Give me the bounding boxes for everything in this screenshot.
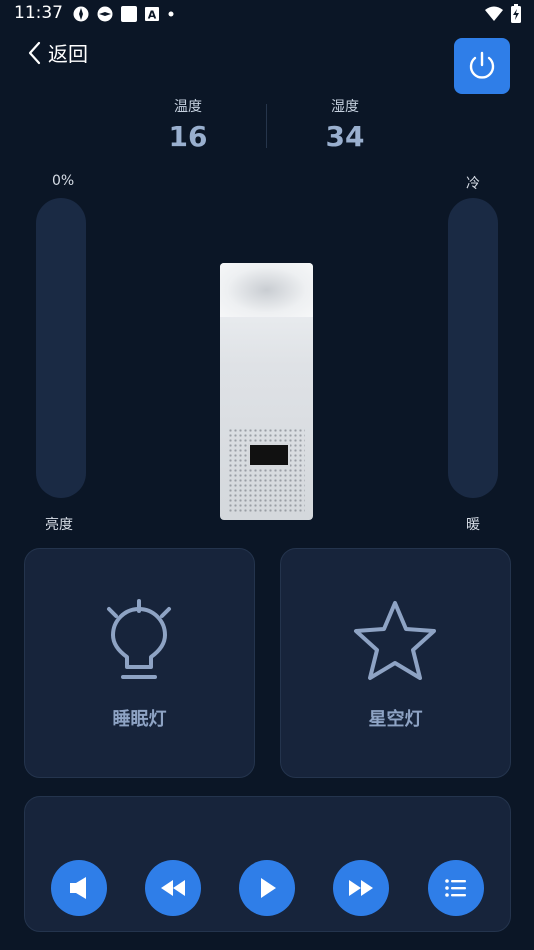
device-image xyxy=(220,263,313,520)
color-temperature-slider[interactable] xyxy=(448,198,498,498)
cool-label: 冷 xyxy=(466,176,480,192)
brightness-slider[interactable] xyxy=(36,198,86,498)
back-label: 返回 xyxy=(48,42,88,66)
sleep-light-label: 睡眠灯 xyxy=(112,709,167,730)
speaker-icon xyxy=(70,877,86,899)
battery-charging-icon xyxy=(511,4,521,23)
brightness-percent: 0% xyxy=(52,173,75,189)
fast-forward-icon xyxy=(349,880,373,896)
temperature-metric: 温度 16 xyxy=(128,96,248,153)
humidity-metric: 湿度 34 xyxy=(285,96,405,153)
humidity-label: 湿度 xyxy=(331,99,359,115)
speaker-button[interactable] xyxy=(51,860,107,916)
warm-label: 暖 xyxy=(466,517,480,533)
a-icon: A xyxy=(145,7,159,22)
playlist-button[interactable] xyxy=(428,860,484,916)
power-icon xyxy=(469,51,495,79)
status-left-icons: A xyxy=(72,5,176,23)
wifi-icon xyxy=(485,6,503,21)
temperature-label: 温度 xyxy=(174,99,202,115)
device-top xyxy=(220,263,313,317)
light-bulb-icon xyxy=(107,599,171,679)
fast-forward-button[interactable] xyxy=(333,860,389,916)
app-icon xyxy=(73,6,89,22)
sleep-light-card[interactable]: 睡眠灯 xyxy=(24,548,255,778)
status-right-icons xyxy=(484,4,522,24)
rewind-icon xyxy=(161,880,185,896)
star-light-label: 星空灯 xyxy=(368,709,423,730)
temperature-value: 16 xyxy=(168,120,208,153)
app-icon xyxy=(97,6,113,22)
device-grille xyxy=(228,428,305,513)
metrics-divider xyxy=(266,104,267,148)
humidity-value: 34 xyxy=(325,120,365,153)
back-button[interactable]: 返回 xyxy=(28,38,88,67)
dot-icon xyxy=(168,11,174,17)
square-icon xyxy=(121,6,137,22)
play-icon xyxy=(261,878,276,898)
chevron-left-icon xyxy=(28,41,41,64)
play-button[interactable] xyxy=(239,860,295,916)
media-panel xyxy=(24,796,511,932)
list-icon xyxy=(445,879,466,897)
star-light-card[interactable]: 星空灯 xyxy=(280,548,511,778)
rewind-button[interactable] xyxy=(145,860,201,916)
star-icon xyxy=(354,601,436,680)
brightness-label: 亮度 xyxy=(45,517,73,533)
status-bar: 11:37 A xyxy=(0,0,534,28)
device-screen xyxy=(248,443,290,467)
status-time: 11:37 xyxy=(14,3,63,23)
metrics-panel: 温度 16 湿度 34 xyxy=(0,96,534,156)
svg-text:A: A xyxy=(148,9,157,22)
power-button[interactable] xyxy=(454,38,510,94)
